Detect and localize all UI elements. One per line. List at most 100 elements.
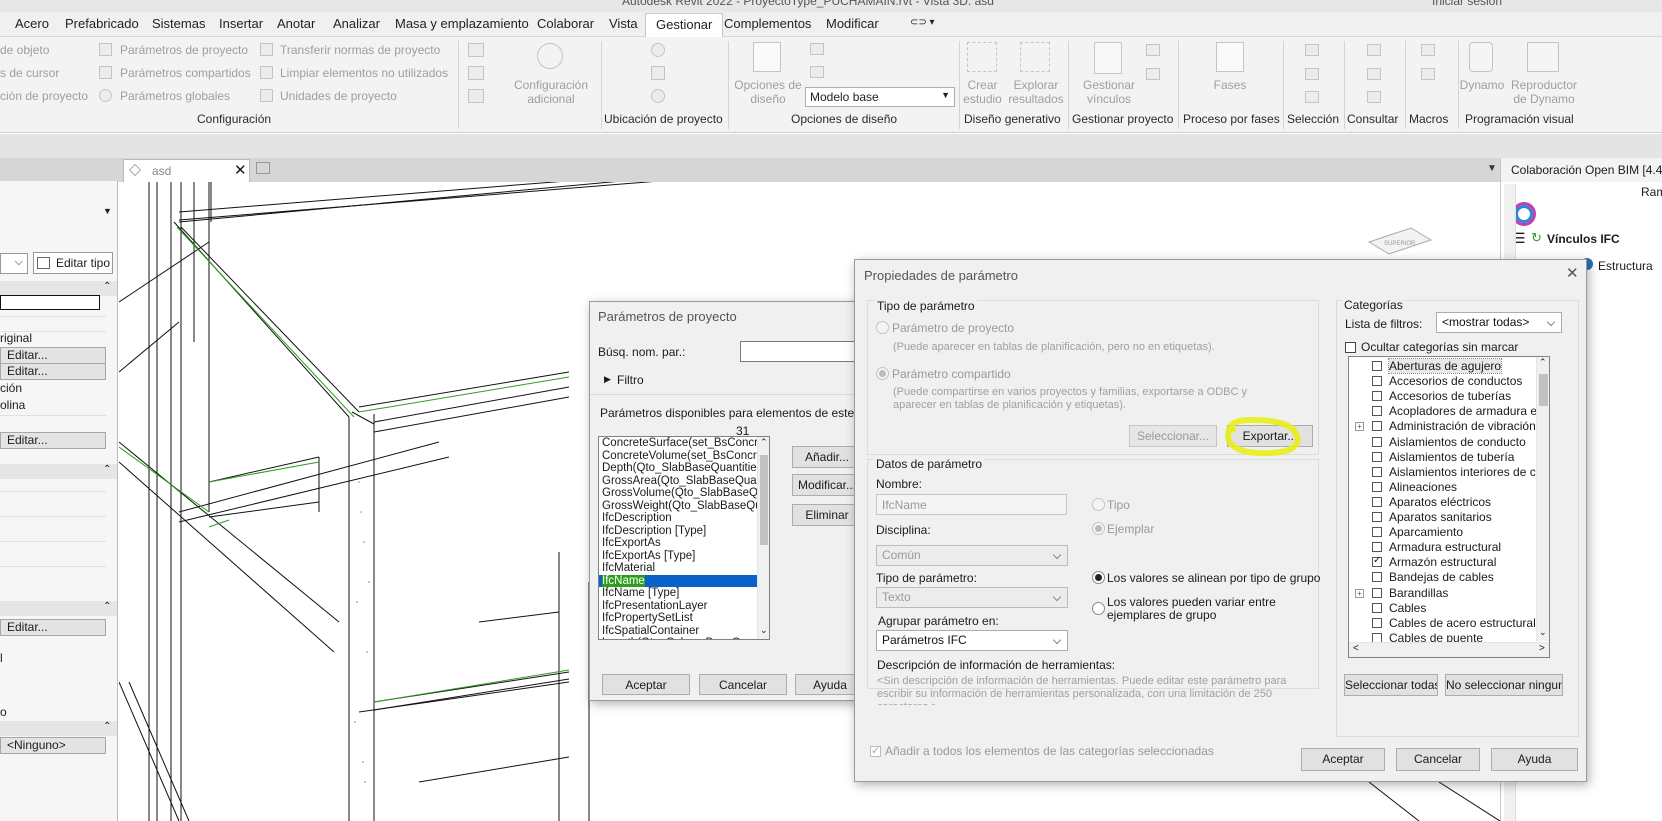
filter-expand-icon[interactable]: ▶ <box>604 374 611 385</box>
select-icon[interactable] <box>1305 44 1319 56</box>
macro-manager-icon[interactable] <box>1421 44 1435 56</box>
expand-icon[interactable]: + <box>1355 588 1364 598</box>
parameter-type-dropdown[interactable]: Texto <box>876 587 1068 608</box>
category-checkbox[interactable] <box>1372 361 1382 371</box>
add-all-elements-checkbox[interactable] <box>870 744 881 757</box>
category-checkbox[interactable] <box>1372 555 1382 568</box>
cancel-button[interactable]: Cancelar <box>1396 748 1480 771</box>
select-by-id-icon[interactable] <box>1367 68 1381 80</box>
project-parameters-button[interactable]: Parámetros de proyecto <box>120 43 248 57</box>
expand-icon[interactable]: + <box>1355 422 1364 432</box>
scroll-down-icon[interactable]: ⌄ <box>1539 627 1547 638</box>
pick-to-edit-icon[interactable] <box>810 66 824 78</box>
ok-button[interactable]: Aceptar <box>1301 748 1385 771</box>
edit-button[interactable]: Editar... <box>0 619 106 636</box>
category-checkbox[interactable] <box>1372 451 1382 462</box>
parameter-list-item[interactable]: IfcExportAs [Type] <box>599 550 769 563</box>
parameter-list-item[interactable]: IfcMaterial <box>599 562 769 575</box>
property-input[interactable] <box>0 295 100 310</box>
ribbon-item[interactable]: s de cursor <box>0 66 59 80</box>
warnings-icon[interactable] <box>1367 91 1381 103</box>
category-row[interactable]: + Barandillas <box>1349 586 1539 601</box>
category-row[interactable]: Armadura estructural <box>1349 540 1539 555</box>
instance-radio[interactable] <box>1092 522 1105 535</box>
phases-button[interactable]: Fases <box>1195 78 1265 92</box>
category-checkbox[interactable] <box>1372 496 1382 507</box>
manage-links-button[interactable]: Gestionar vínculos <box>1075 78 1143 106</box>
tab-sistemas[interactable]: Sistemas <box>152 16 205 31</box>
category-checkbox[interactable] <box>1372 436 1382 447</box>
manage-images-icon[interactable] <box>1146 44 1160 56</box>
parameter-list-item[interactable]: ConcreteVolume(set_BsConcrete <box>599 450 769 463</box>
vary-by-instance-radio[interactable] <box>1092 602 1105 615</box>
parameter-list-item[interactable]: GrossVolume(Qto_SlabBaseQuan <box>599 487 769 500</box>
category-checkbox[interactable] <box>1372 602 1382 613</box>
ribbon-item[interactable]: ción de proyecto <box>0 89 88 103</box>
materials-icon[interactable] <box>468 43 484 57</box>
phase-filter-field[interactable]: <Ninguno> <box>0 737 106 754</box>
explore-results-button[interactable]: Explorar resultados <box>1006 78 1066 106</box>
ifc-link-item[interactable]: Estructura <box>1598 259 1653 273</box>
delete-parameter-button[interactable]: Eliminar <box>792 504 862 526</box>
category-checkbox[interactable] <box>1372 406 1382 417</box>
category-scrollbar[interactable]: ⌃ ⌄ <box>1536 357 1549 641</box>
tab-prefabricado[interactable]: Prefabricado <box>65 16 139 31</box>
ids-icon[interactable] <box>1367 44 1381 56</box>
close-icon[interactable]: ✕ <box>234 161 247 179</box>
tooltip-description[interactable]: <Sin descripción de información de herra… <box>877 675 1322 705</box>
location-icon[interactable] <box>651 43 665 57</box>
scroll-right-icon[interactable]: > <box>1539 643 1545 654</box>
tab-masa[interactable]: Masa y emplazamiento <box>395 16 529 31</box>
parameter-list-item[interactable]: IfcPresentationLayer <box>599 600 769 613</box>
select-edit-icon[interactable] <box>1305 91 1319 103</box>
tab-colaborar[interactable]: Colaborar <box>537 16 594 31</box>
purge-unused-button[interactable]: Limpiar elementos no utilizados <box>280 66 448 80</box>
close-icon[interactable]: ✕ <box>1566 264 1579 282</box>
category-checkbox[interactable] <box>1372 466 1382 477</box>
scroll-up-icon[interactable]: ⌃ <box>760 437 768 448</box>
parameter-list-item[interactable]: IfcDescription <box>599 512 769 525</box>
tab-complementos[interactable]: Complementos <box>724 16 811 31</box>
create-study-button[interactable]: Crear estudio <box>955 78 1010 106</box>
category-row[interactable]: Aparcamiento <box>1349 525 1539 540</box>
parameter-list-item[interactable]: IfcSpatialContainer <box>599 625 769 638</box>
tab-modificar[interactable]: Modificar <box>826 16 879 31</box>
starting-view-icon[interactable] <box>1146 68 1160 80</box>
edit-type-button[interactable]: Editar tipo <box>33 252 113 274</box>
dynamo-button[interactable]: Dynamo <box>1458 78 1506 92</box>
category-row[interactable]: Aislamientos de conducto <box>1349 435 1539 450</box>
scroll-left-icon[interactable]: < <box>1353 643 1359 654</box>
transfer-standards-button[interactable]: Transferir normas de proyecto <box>280 43 440 57</box>
select-save-icon[interactable] <box>1305 68 1319 80</box>
design-options-button[interactable]: Opciones de diseño <box>730 78 806 106</box>
modify-parameter-button[interactable]: Modificar... <box>792 474 862 496</box>
shared-parameters-button[interactable]: Parámetros compartidos <box>120 66 251 80</box>
edit-button[interactable]: Editar... <box>0 432 106 449</box>
tab-insertar[interactable]: Insertar <box>219 16 263 31</box>
parameter-list-item[interactable]: IfcPropertySetList <box>599 612 769 625</box>
add-parameter-button[interactable]: Añadir... <box>792 446 862 468</box>
view-tab-asd[interactable]: asd ✕ <box>123 159 250 182</box>
category-row[interactable]: Acopladores de armadura estruct <box>1349 404 1549 419</box>
category-row[interactable]: Armazón estructural <box>1349 555 1539 570</box>
edit-button[interactable]: Editar... <box>0 363 106 380</box>
category-checkbox[interactable] <box>1372 542 1382 553</box>
search-input[interactable] <box>740 341 860 362</box>
category-checkbox[interactable] <box>1372 391 1382 402</box>
design-option-combo[interactable]: Modelo base ▼ <box>805 87 955 107</box>
tab-anotar[interactable]: Anotar <box>277 16 315 31</box>
category-hscrollbar[interactable]: < > <box>1349 642 1549 657</box>
parameter-list-item[interactable]: IfcDescription [Type] <box>599 525 769 538</box>
parameter-list-item[interactable]: ConcreteSurface(set_BsConcrete <box>599 437 769 450</box>
position-icon[interactable] <box>651 89 665 103</box>
hide-unchecked-checkbox[interactable] <box>1345 342 1356 353</box>
tab-analizar[interactable]: Analizar <box>333 16 380 31</box>
project-parameter-radio[interactable] <box>876 321 889 334</box>
parameter-list[interactable]: ConcreteSurface(set_BsConcrete ConcreteVo… <box>598 436 770 640</box>
category-row[interactable]: + Administración de vibración <box>1349 419 1539 434</box>
category-row[interactable]: Aislamientos de tubería <box>1349 450 1539 465</box>
refresh-icon[interactable]: ↻ <box>1531 230 1542 246</box>
category-row[interactable]: Aparatos sanitarios <box>1349 510 1539 525</box>
ribbon-options-icon[interactable]: ⊂⊃ ▾ <box>910 17 935 28</box>
instance-filter[interactable]: ⌵ <box>0 253 28 274</box>
